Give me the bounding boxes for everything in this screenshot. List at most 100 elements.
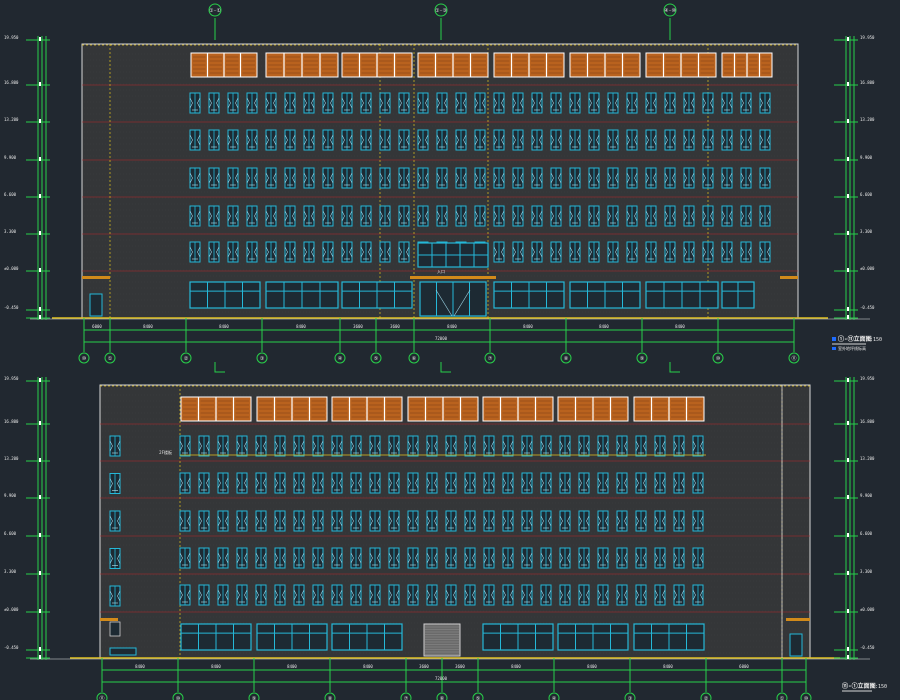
facade-window (664, 129, 676, 151)
facade-window (227, 167, 239, 189)
facade-window (493, 205, 505, 227)
facade-window (350, 584, 362, 606)
facade-window (303, 92, 315, 114)
entrance-canopy (410, 276, 496, 279)
facade-window (578, 584, 590, 606)
level-label: -0.450 (860, 305, 875, 310)
facade-window (255, 510, 267, 532)
facade-window (578, 472, 590, 494)
facade-window (512, 129, 524, 151)
facade-window (483, 584, 495, 606)
facade-window (236, 472, 248, 494)
facade-window (369, 472, 381, 494)
ground-floor-storefront (256, 623, 328, 651)
roof-panel (721, 52, 773, 78)
facade-window (521, 435, 533, 457)
facade-window (559, 547, 571, 569)
facade-window (673, 584, 685, 606)
facade-window (217, 510, 229, 532)
facade-window (550, 241, 562, 263)
facade-window (721, 92, 733, 114)
total-dimension-label: 72000 (435, 676, 448, 681)
facade-window (341, 167, 353, 189)
facade-window (227, 92, 239, 114)
facade-window (673, 435, 685, 457)
facade-window (512, 92, 524, 114)
side-canopy (786, 618, 810, 621)
facade-window (255, 547, 267, 569)
facade-window (740, 167, 752, 189)
facade-window (341, 241, 353, 263)
facade-window (654, 584, 666, 606)
facade-window (312, 584, 324, 606)
level-label: -0.450 (860, 645, 875, 650)
level-label: 3.300 (4, 569, 17, 574)
grid-dimension-label: 8400 (143, 324, 153, 329)
facade-window (740, 205, 752, 227)
facade-window (388, 472, 400, 494)
facade-window (502, 547, 514, 569)
grid-dimension-label: 8400 (663, 664, 673, 669)
facade-window (550, 129, 562, 151)
facade-window (303, 129, 315, 151)
facade-window (341, 129, 353, 151)
facade-window (179, 472, 191, 494)
facade-window (350, 435, 362, 457)
facade-window (265, 92, 277, 114)
facade-window (227, 129, 239, 151)
ground-floor-storefront (633, 623, 705, 651)
facade-window (417, 92, 429, 114)
level-label: ±0.000 (860, 266, 875, 271)
facade-window (493, 241, 505, 263)
facade-window (493, 167, 505, 189)
roof-panel (407, 396, 479, 422)
facade-window (236, 584, 248, 606)
grid-dimension-label: 3600 (353, 324, 363, 329)
facade-window (635, 584, 647, 606)
facade-window (626, 205, 638, 227)
roof-panel (482, 396, 554, 422)
facade-window (208, 92, 220, 114)
facade-window (692, 435, 704, 457)
facade-window (531, 241, 543, 263)
facade-window (255, 435, 267, 457)
facade-window (274, 547, 286, 569)
facade-window (569, 129, 581, 151)
level-label: -0.450 (4, 305, 19, 310)
facade-window (274, 584, 286, 606)
facade-window (284, 129, 296, 151)
grid-axis-label: ① (108, 356, 113, 362)
facade-window (436, 92, 448, 114)
facade-window (607, 205, 619, 227)
facade-window (189, 205, 201, 227)
grid-dimension-label: 8400 (211, 664, 221, 669)
facade-window (692, 584, 704, 606)
ground-floor-storefront (493, 281, 565, 309)
grid-axis-label: ⑥ (412, 356, 417, 362)
grid-axis-label: ⑧ (564, 356, 569, 362)
facade-window (284, 167, 296, 189)
facade-window (483, 472, 495, 494)
facade-window (445, 435, 457, 457)
lower-elevation-scale: 1:150 (872, 684, 887, 690)
facade-window (664, 205, 676, 227)
level-label: 13.200 (860, 117, 875, 122)
grid-axis-label: ① (780, 696, 785, 700)
facade-window (607, 92, 619, 114)
facade-window (436, 205, 448, 227)
facade-window (692, 472, 704, 494)
roof-panel (331, 396, 403, 422)
level-label: 9.900 (4, 493, 17, 498)
facade-window (303, 205, 315, 227)
level-label: 6.600 (860, 531, 873, 536)
facade-window (109, 435, 121, 457)
facade-window (493, 92, 505, 114)
side-canopy (82, 276, 110, 279)
facade-window (588, 167, 600, 189)
facade-window (426, 435, 438, 457)
facade-window (540, 472, 552, 494)
roof-panel (633, 396, 705, 422)
facade-window (702, 167, 714, 189)
facade-window (331, 547, 343, 569)
facade-window (379, 167, 391, 189)
